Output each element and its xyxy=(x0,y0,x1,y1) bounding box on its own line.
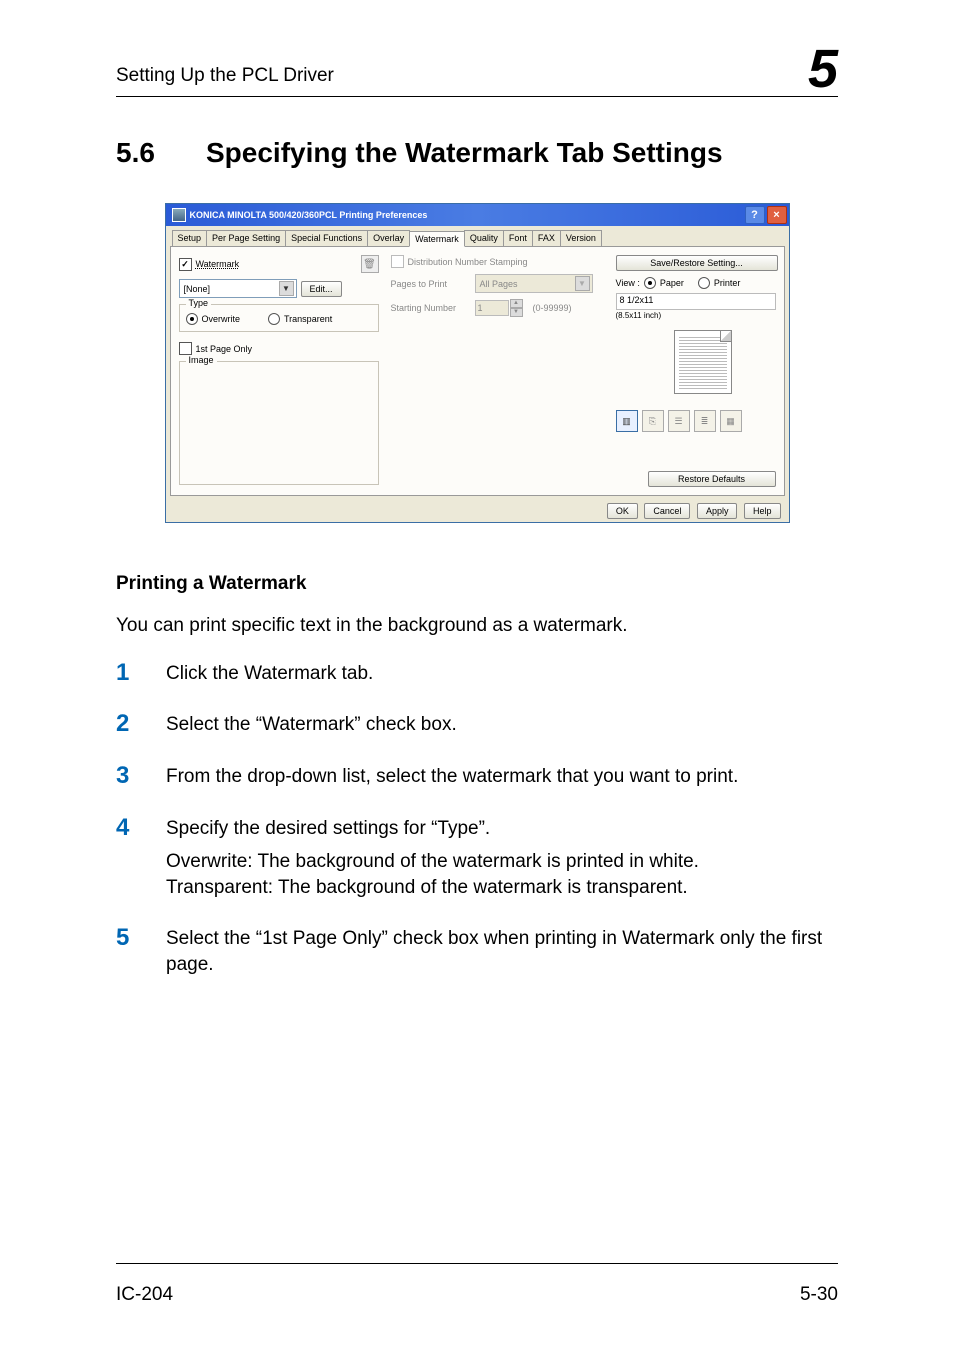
starting-number-range: (0-99999) xyxy=(533,303,572,313)
step-number: 5 xyxy=(116,926,166,950)
watermark-dropdown[interactable]: [None] ▼ xyxy=(179,279,297,298)
titlebar: KONICA MINOLTA 500/420/360PCL Printing P… xyxy=(166,204,789,226)
pages-to-print-dropdown: All Pages ▼ xyxy=(475,274,593,293)
step-text: Select the “1st Page Only” check box whe… xyxy=(166,926,838,977)
paper-size-name: 8 1/2x11 xyxy=(620,295,772,305)
tab-special[interactable]: Special Functions xyxy=(285,230,368,246)
header-rule xyxy=(116,96,838,97)
subheading: Printing a Watermark xyxy=(116,573,838,595)
save-restore-button[interactable]: Save/Restore Setting... xyxy=(616,255,778,271)
transparent-radio[interactable] xyxy=(268,313,280,325)
duplex-icon[interactable]: ⎘ xyxy=(642,410,664,432)
section-number: 5.6 xyxy=(116,137,206,169)
tab-version[interactable]: Version xyxy=(560,230,602,246)
titlebar-close-button[interactable]: × xyxy=(767,206,787,224)
help-button[interactable]: Help xyxy=(744,503,781,519)
chevron-down-icon: ▼ xyxy=(279,281,294,296)
watermark-checkbox[interactable] xyxy=(179,258,192,271)
image-legend: Image xyxy=(186,355,217,365)
watermark-label: Watermark xyxy=(196,259,240,269)
pages-to-print-value: All Pages xyxy=(480,279,518,289)
step-number: 3 xyxy=(116,764,166,788)
footer-right: 5-30 xyxy=(800,1284,838,1306)
restore-defaults-button[interactable]: Restore Defaults xyxy=(648,471,776,487)
tab-fax[interactable]: FAX xyxy=(532,230,561,246)
tab-panel: Watermark 🗑 [None] ▼ Edit... Type Overwr xyxy=(170,246,785,496)
type-groupbox: Type Overwrite Transparent xyxy=(179,304,379,332)
page-icon[interactable]: ▦ xyxy=(720,410,742,432)
footer-left: IC-204 xyxy=(116,1284,173,1306)
transparent-label: Transparent xyxy=(284,314,332,324)
preview-icon-row: ▥ ⎘ ☰ ≣ ▦ xyxy=(616,410,776,432)
step-text: From the drop-down list, select the wate… xyxy=(166,764,738,790)
type-legend: Type xyxy=(186,298,212,308)
tab-watermark[interactable]: Watermark xyxy=(409,231,465,247)
step-subtext: Overwrite: The background of the waterma… xyxy=(166,849,699,900)
step-text: Click the Watermark tab. xyxy=(166,661,373,687)
view-printer-label: Printer xyxy=(714,278,741,288)
tab-strip: Setup Per Page Setting Special Functions… xyxy=(166,226,789,246)
pages-to-print-label: Pages to Print xyxy=(391,279,471,289)
spin-down-icon: ▼ xyxy=(510,308,523,317)
tab-quality[interactable]: Quality xyxy=(464,230,504,246)
ok-button[interactable]: OK xyxy=(607,503,638,519)
step-number: 1 xyxy=(116,661,166,685)
paper-size-box: 8 1/2x11 xyxy=(616,293,776,310)
view-paper-radio[interactable] xyxy=(644,277,656,289)
window-title: KONICA MINOLTA 500/420/360PCL Printing P… xyxy=(190,210,428,220)
page-preview xyxy=(656,326,736,396)
spin-up-icon: ▲ xyxy=(510,299,523,308)
layout-icon[interactable]: ▥ xyxy=(616,410,638,432)
cancel-button[interactable]: Cancel xyxy=(644,503,690,519)
dist-num-label: Distribution Number Stamping xyxy=(408,257,528,267)
section-heading: Specifying the Watermark Tab Settings xyxy=(206,137,723,169)
first-page-label: 1st Page Only xyxy=(196,344,253,354)
starting-number-label: Starting Number xyxy=(391,303,471,313)
dialog-button-bar: OK Cancel Apply Help xyxy=(166,500,789,522)
tab-font[interactable]: Font xyxy=(503,230,533,246)
starting-number-spinner: ▲ ▼ xyxy=(475,299,523,317)
tab-overlay[interactable]: Overlay xyxy=(367,230,410,246)
chevron-down-icon: ▼ xyxy=(575,276,590,291)
starting-number-input xyxy=(475,300,509,316)
view-label: View : xyxy=(616,278,640,288)
paper-size-dim: (8.5x11 inch) xyxy=(616,311,776,320)
first-page-checkbox[interactable] xyxy=(179,342,192,355)
intro-paragraph: You can print specific text in the backg… xyxy=(116,613,838,639)
tab-setup[interactable]: Setup xyxy=(172,230,208,246)
step-text: Specify the desired settings for “Type”. xyxy=(166,816,699,842)
watermark-dropdown-value: [None] xyxy=(184,284,211,294)
edit-button[interactable]: Edit... xyxy=(301,281,342,297)
footer-rule xyxy=(116,1263,838,1264)
delete-icon[interactable]: 🗑 xyxy=(361,255,379,273)
view-paper-label: Paper xyxy=(660,278,684,288)
stack-icon[interactable]: ☰ xyxy=(668,410,690,432)
running-header: Setting Up the PCL Driver xyxy=(116,65,334,87)
step-number: 2 xyxy=(116,712,166,736)
dialog-window: KONICA MINOLTA 500/420/360PCL Printing P… xyxy=(165,203,790,523)
tab-perpage[interactable]: Per Page Setting xyxy=(206,230,286,246)
overwrite-radio[interactable] xyxy=(186,313,198,325)
dist-num-checkbox[interactable] xyxy=(391,255,404,268)
step-number: 4 xyxy=(116,816,166,840)
apply-button[interactable]: Apply xyxy=(697,503,738,519)
list-icon[interactable]: ≣ xyxy=(694,410,716,432)
app-icon xyxy=(172,208,186,222)
chapter-number: 5 xyxy=(808,42,838,96)
titlebar-help-button[interactable]: ? xyxy=(745,206,765,224)
image-groupbox: Image xyxy=(179,361,379,485)
overwrite-label: Overwrite xyxy=(202,314,241,324)
view-printer-radio[interactable] xyxy=(698,277,710,289)
step-text: Select the “Watermark” check box. xyxy=(166,712,457,738)
